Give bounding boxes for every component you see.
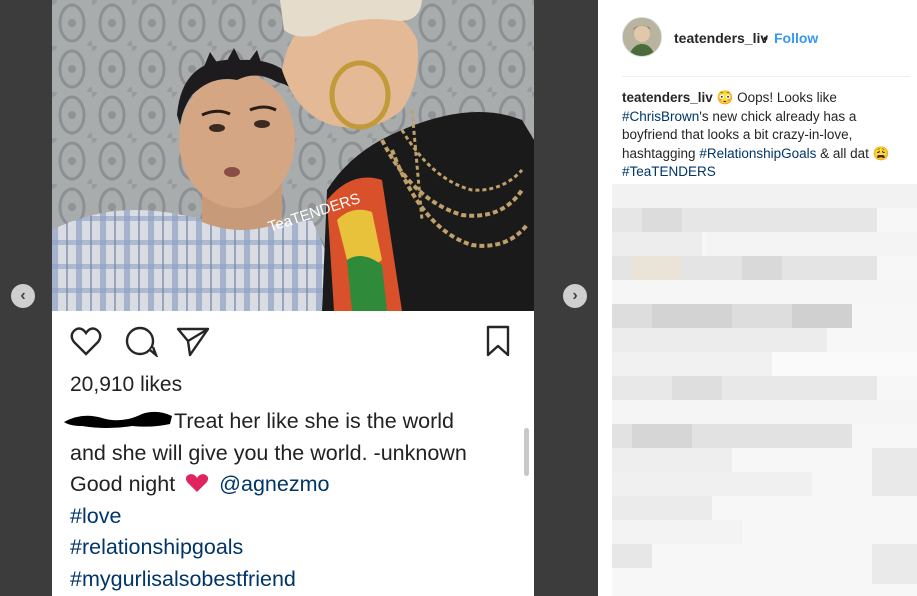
username-link[interactable]: teatenders_liv <box>674 30 768 46</box>
caption-line-1: Treat her like she is the world <box>174 409 455 433</box>
instagram-post-card: 20,910 likes Treat her like she is the w… <box>52 311 534 596</box>
share-icon[interactable] <box>176 327 210 357</box>
separator-dot: • <box>763 30 768 46</box>
caption-good-night: Good night <box>70 472 176 496</box>
mention-link[interactable]: @agnezmo <box>219 472 329 496</box>
pixelated-comments <box>612 184 917 596</box>
post-sidebar: teatenders_liv • Follow teatenders_liv 😳… <box>598 0 917 596</box>
weary-emoji-icon: 😩 <box>872 145 890 161</box>
caption-text-3: & all dat <box>816 145 873 161</box>
flushed-emoji-icon: 😳 <box>716 90 734 105</box>
post-image: TeaTENDERS 20,910 likes Treat her like s… <box>52 0 534 596</box>
next-arrow-button[interactable]: › <box>563 284 587 308</box>
avatar[interactable] <box>622 17 662 57</box>
post-caption: Treat her like she is the world and she … <box>64 406 510 596</box>
caption-line-2: and she will give you the world. -unknow… <box>70 440 467 465</box>
heart-icon[interactable] <box>70 327 102 356</box>
likes-count: 20,910 likes <box>70 373 183 396</box>
comment-icon[interactable] <box>125 326 159 359</box>
hashtag-chrisbrown[interactable]: #ChrisBrown <box>622 109 699 124</box>
hashtag-teatenders[interactable]: #TeaTENDERS <box>622 164 716 179</box>
hashtag-mygurlisalsobestfriend[interactable]: #mygurlisalsobestfriend <box>70 564 510 596</box>
photo-illustration: TeaTENDERS <box>52 0 534 311</box>
follow-button[interactable]: Follow <box>774 30 818 46</box>
hashtag-relationshipgoals[interactable]: #relationshipgoals <box>70 532 510 564</box>
caption: teatenders_liv 😳 Oops! Looks like #Chris… <box>622 89 904 182</box>
scrollbar[interactable] <box>524 428 529 476</box>
photo: TeaTENDERS <box>52 0 534 311</box>
action-icons <box>70 325 520 359</box>
caption-username[interactable]: teatenders_liv <box>622 90 713 105</box>
post-viewer-stage: ‹ › TeaTENDERS 20,910 likes Treat her li… <box>0 0 598 596</box>
redaction-scribble <box>64 411 172 428</box>
post-header: teatenders_liv • Follow <box>598 0 917 75</box>
hashtag-love[interactable]: #love <box>70 501 510 533</box>
caption-text-1: Oops! Looks like <box>733 90 837 105</box>
hashtag-relationshipgoals-link[interactable]: #RelationshipGoals <box>699 146 816 161</box>
divider <box>622 76 910 77</box>
red-heart-icon <box>185 471 209 492</box>
bookmark-icon[interactable] <box>486 325 510 357</box>
previous-arrow-button[interactable]: ‹ <box>11 284 35 308</box>
